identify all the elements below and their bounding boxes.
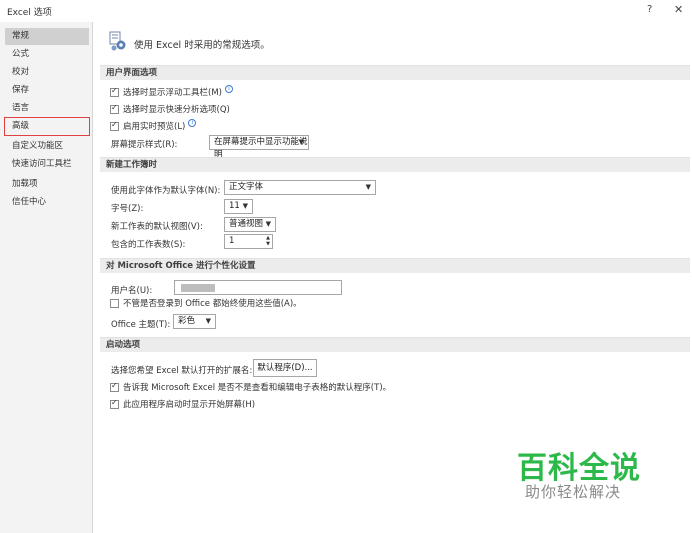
screentip-select[interactable]: 在屏幕提示中显示功能说明 ▼ [209, 135, 309, 160]
sidebar-item-proofing[interactable]: 校对 [5, 64, 89, 81]
section-header-startup: 启动选项 [100, 337, 690, 352]
show-start-checkbox[interactable] [110, 398, 119, 409]
sidebar-item-addins[interactable]: 加载项 [5, 176, 89, 193]
general-options-icon [109, 31, 126, 51]
office-theme-value: 彩色 [178, 316, 196, 326]
default-programs-button[interactable]: 默认程序(D)... [253, 359, 317, 377]
default-view-label: 新工作表的默认视图(V): [111, 222, 203, 232]
chevron-down-icon: ▼ [265, 220, 271, 228]
tell-me-label: 告诉我 Microsoft Excel 是否不是查看和编辑电子表格的默认程序(T… [123, 383, 392, 393]
tell-me-option[interactable]: 告诉我 Microsoft Excel 是否不是查看和编辑电子表格的默认程序(T… [110, 379, 391, 395]
watermark-subtitle: 助你轻松解决 [525, 483, 622, 501]
mini-toolbar-checkbox[interactable] [110, 86, 119, 97]
close-button[interactable]: ✕ [674, 3, 683, 16]
sidebar-item-quick-access[interactable]: 快速访问工具栏 [5, 156, 89, 173]
live-preview-checkbox[interactable] [110, 120, 119, 131]
sidebar-item-save[interactable]: 保存 [5, 82, 89, 99]
quick-analysis-option[interactable]: 选择时显示快速分析选项(Q) [110, 101, 230, 117]
live-preview-label: 启用实时预览(L) [123, 122, 186, 132]
default-font-label: 使用此字体作为默认字体(N): [111, 186, 221, 196]
quick-analysis-checkbox[interactable] [110, 103, 119, 114]
default-font-select[interactable]: 正文字体 ▼ [224, 180, 376, 195]
chevron-down-icon: ▼ [205, 317, 211, 325]
show-start-option[interactable]: 此应用程序启动时显示开始屏幕(H) [110, 396, 255, 412]
help-button[interactable]: ? [647, 4, 652, 15]
sheet-count-label: 包含的工作表数(S): [111, 240, 186, 250]
always-use-option[interactable]: 不管是否登录到 Office 都始终使用这些值(A)。 [110, 295, 302, 311]
sheet-count-spinner[interactable]: 1 ▲ ▼ [224, 234, 273, 249]
intro-text: 使用 Excel 时采用的常规选项。 [134, 40, 270, 51]
mini-toolbar-label: 选择时显示浮动工具栏(M) [123, 88, 222, 98]
chevron-down-icon: ▼ [365, 183, 371, 191]
sidebar: 常规 公式 校对 保存 语言 高级 自定义功能区 快速访问工具栏 加载项 信任中… [0, 22, 93, 533]
default-font-value: 正文字体 [229, 182, 264, 192]
office-theme-label: Office 主题(T): [111, 320, 171, 330]
default-view-value: 普通视图 [229, 219, 264, 229]
quick-analysis-label: 选择时显示快速分析选项(Q) [123, 105, 230, 115]
font-size-select[interactable]: 11 ▼ [224, 199, 253, 214]
always-use-checkbox[interactable] [110, 298, 119, 308]
spinner-arrows-icon[interactable]: ▲ ▼ [266, 235, 270, 247]
sidebar-item-trust-center[interactable]: 信任中心 [5, 194, 89, 211]
section-header-ui: 用户界面选项 [100, 65, 690, 80]
username-input[interactable] [174, 280, 342, 295]
chevron-down-icon: ▼ [242, 202, 248, 210]
mini-toolbar-option[interactable]: 选择时显示浮动工具栏(M) i [110, 84, 233, 100]
section-header-workbook: 新建工作簿时 [100, 157, 690, 172]
sidebar-item-general[interactable]: 常规 [5, 28, 89, 45]
title-bar: Excel 选项 ? ✕ [0, 0, 692, 22]
sidebar-item-formulas[interactable]: 公式 [5, 46, 89, 63]
sidebar-item-customize-ribbon[interactable]: 自定义功能区 [5, 138, 89, 155]
default-view-select[interactable]: 普通视图 ▼ [224, 217, 276, 232]
sidebar-item-language[interactable]: 语言 [5, 100, 89, 117]
extensions-label: 选择您希望 Excel 默认打开的扩展名: [111, 366, 253, 376]
sidebar-item-advanced[interactable]: 高级 [4, 117, 90, 136]
window-title: Excel 选项 [7, 8, 52, 18]
chevron-down-icon: ▼ [298, 138, 304, 146]
sheet-count-value: 1 [229, 236, 235, 246]
font-size-label: 字号(Z): [111, 204, 144, 214]
section-header-personalize: 对 Microsoft Office 进行个性化设置 [100, 258, 690, 273]
live-preview-option[interactable]: 启用实时预览(L) i [110, 118, 197, 134]
tell-me-checkbox[interactable] [110, 381, 119, 392]
font-size-value: 11 [229, 201, 240, 211]
screentip-label: 屏幕提示样式(R): [111, 140, 178, 150]
info-icon: i [224, 85, 233, 93]
show-start-label: 此应用程序启动时显示开始屏幕(H) [123, 400, 256, 410]
info-icon: i [188, 119, 197, 127]
redacted-username [181, 284, 215, 292]
office-theme-select[interactable]: 彩色 ▼ [173, 314, 216, 329]
always-use-label: 不管是否登录到 Office 都始终使用这些值(A)。 [123, 299, 302, 309]
